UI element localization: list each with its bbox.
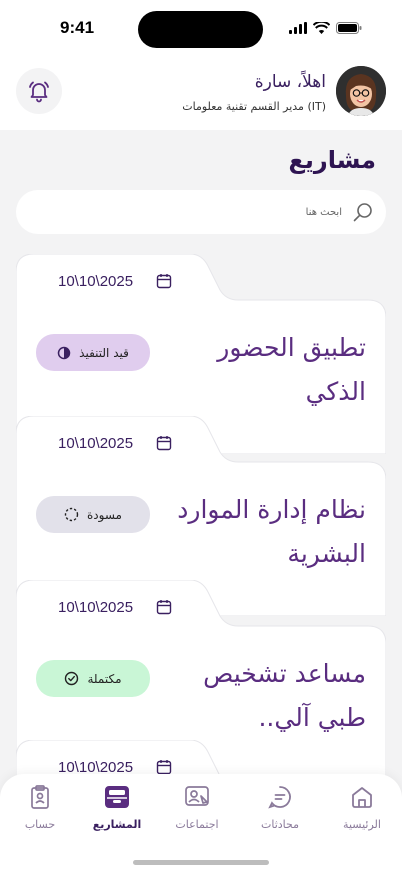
meeting-icon: [185, 786, 209, 806]
nav-account[interactable]: حساب: [2, 784, 78, 831]
project-title: تطبيق الحضور الذكي: [217, 333, 366, 406]
bell-icon: [29, 81, 49, 103]
greeting: اهلاً، سارة: [254, 72, 326, 92]
project-date: 10\10\2025: [58, 273, 134, 290]
wifi-icon: [313, 22, 330, 34]
search-bar[interactable]: [16, 190, 386, 234]
nav-home[interactable]: الرئيسية: [324, 784, 400, 831]
nav-chats[interactable]: محادثات: [242, 784, 318, 831]
progress-icon: [57, 346, 71, 359]
chat-icon: [268, 786, 291, 809]
calendar-icon: [156, 274, 172, 289]
nav-account-label: حساب: [24, 818, 56, 831]
status-label: مسودة: [87, 507, 122, 522]
search-icon: [353, 203, 372, 222]
status-badge: مكتملة: [36, 660, 150, 697]
status-icons: [289, 22, 362, 34]
nav-projects[interactable]: المشاريع: [79, 784, 155, 831]
calendar-icon: [156, 436, 172, 451]
nav-meetings[interactable]: اجتماعات: [159, 784, 235, 831]
status-label: مكتملة: [87, 671, 122, 686]
status-badge: مسودة: [36, 496, 150, 533]
project-date: 10\10\2025: [58, 599, 134, 616]
project-title: نظام إدارة الموارد البشرية: [177, 495, 366, 568]
signal-icon: [289, 22, 307, 34]
status-label: قيد التنفيذ: [79, 345, 129, 360]
calendar-icon: [156, 760, 172, 775]
home-indicator: [133, 860, 269, 865]
nav-chats-label: محادثات: [260, 818, 299, 831]
check-circle-icon: [65, 671, 79, 686]
battery-icon: [336, 22, 362, 34]
nav-projects-label: المشاريع: [92, 818, 142, 831]
nav-meetings-label: اجتماعات: [175, 818, 219, 831]
notifications-button[interactable]: [16, 68, 62, 114]
projects-icon: [105, 786, 129, 808]
calendar-icon: [156, 600, 172, 615]
draft-icon: [64, 507, 79, 522]
page-title: مشاريع: [288, 146, 376, 174]
search-input[interactable]: [42, 190, 342, 234]
status-badge: قيد التنفيذ: [36, 334, 150, 371]
project-date: 10\10\2025: [58, 435, 134, 452]
status-bar: 9:41: [0, 0, 402, 58]
avatar[interactable]: [336, 66, 386, 116]
bottom-nav: الرئيسية محادثات اجتماعات المشاريع حساب: [0, 774, 402, 874]
project-title: مساعد تشخيص طبي آلي..: [203, 659, 366, 732]
nav-home-label: الرئيسية: [343, 818, 381, 831]
avatar-image: [336, 66, 386, 116]
user-role: مدير القسم تقنية معلومات (IT): [182, 100, 326, 113]
app-header: اهلاً، سارة مدير القسم تقنية معلومات (IT…: [0, 58, 402, 130]
clipboard-icon: [31, 785, 49, 809]
status-time: 9:41: [60, 18, 95, 37]
dynamic-island: [138, 11, 263, 48]
home-icon: [352, 787, 372, 808]
